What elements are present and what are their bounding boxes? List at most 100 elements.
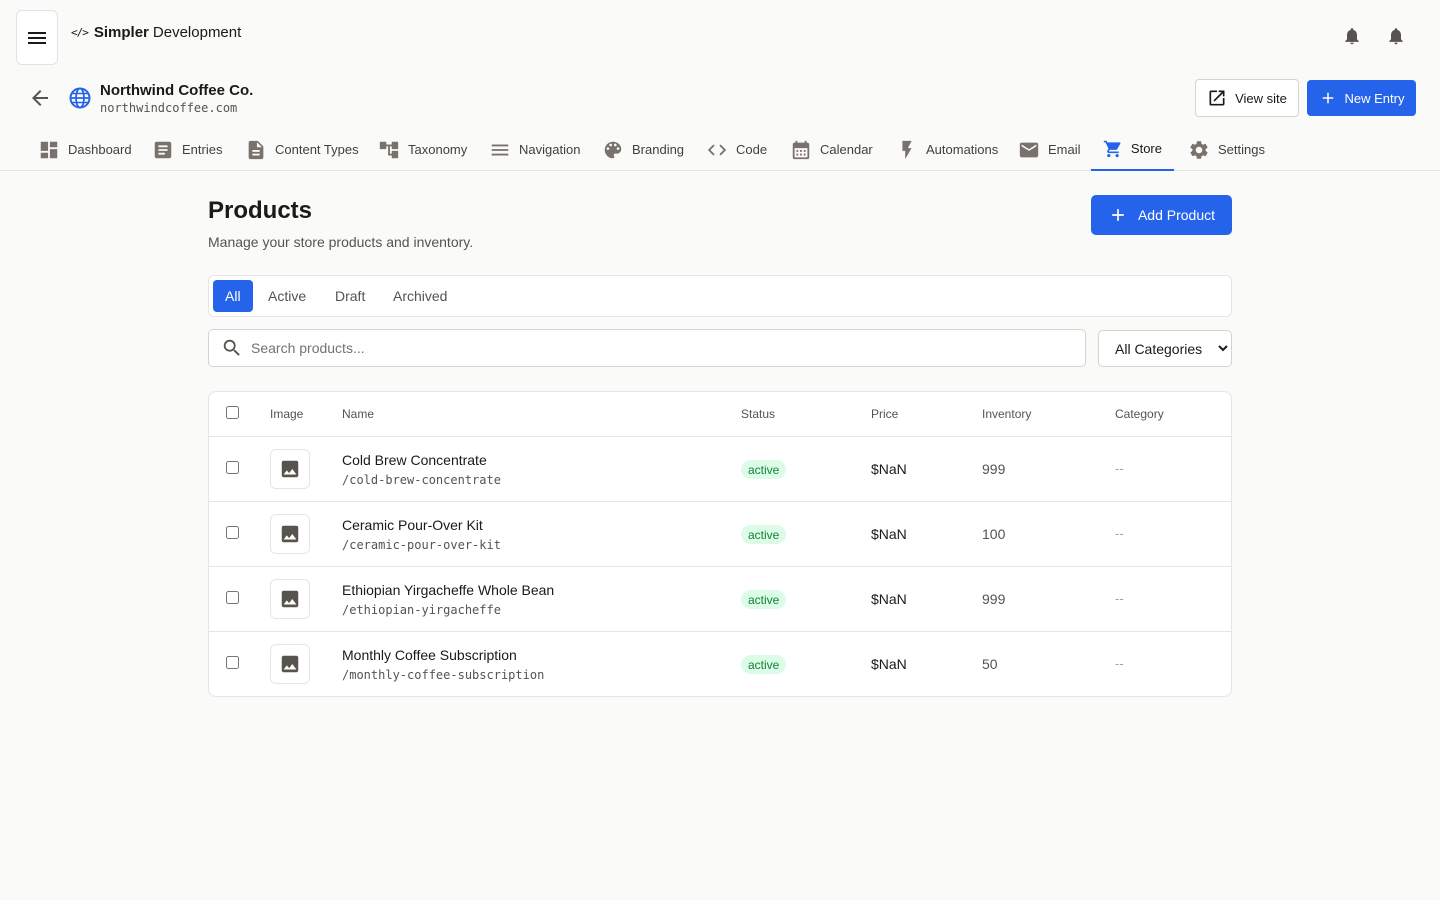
menu-button[interactable] [16,10,58,65]
filter-tab-archived[interactable]: Archived [379,280,461,312]
product-inventory: 999 [982,461,1006,477]
product-category: -- [1115,656,1124,671]
tab-branding-label: Branding [632,142,685,157]
globe-icon [68,86,92,110]
mail-icon [1019,142,1039,157]
product-image-placeholder [270,514,310,554]
tab-email-label: Email [1048,142,1081,157]
column-name[interactable]: Name [342,407,374,421]
table-header: Image Name Status Price Inventory Catego… [209,392,1231,437]
column-price[interactable]: Price [871,407,898,421]
table-row[interactable]: Monthly Coffee Subscription /monthly-cof… [209,632,1231,696]
site-domain: northwindcoffee.com [100,101,238,115]
filter-tab-active[interactable]: Active [254,280,320,312]
product-inventory: 999 [982,591,1006,607]
hamburger-icon [28,31,46,44]
tab-dashboard-label: Dashboard [68,142,132,157]
product-category: -- [1115,526,1124,541]
plus-icon [1322,92,1333,104]
add-product-button[interactable]: Add Product [1091,195,1232,235]
product-price: $NaN [871,526,907,542]
column-status[interactable]: Status [741,407,775,421]
product-slug: /ceramic-pour-over-kit [342,538,501,552]
tab-automations-label: Automations [926,142,999,157]
add-product-label: Add Product [1137,207,1216,223]
product-image-placeholder [270,579,310,619]
brand-name-bold: Simpler [93,23,149,41]
row-checkbox[interactable] [226,591,239,604]
dashboard-icon [40,141,58,158]
image-icon [281,525,299,543]
table-row[interactable]: Ethiopian Yirgacheffe Whole Bean /ethiop… [209,567,1231,632]
tab-content-types[interactable]: Content Types [233,128,371,171]
tab-automations[interactable]: Automations [884,128,1010,171]
tab-code-label: Code [736,142,768,157]
view-site-label: View site [1235,90,1287,106]
filter-tab-all[interactable]: All [213,280,253,312]
column-image: Image [270,407,304,421]
new-entry-label: New Entry [1344,90,1405,106]
row-checkbox[interactable] [226,656,239,669]
tab-dashboard[interactable]: Dashboard [26,128,144,171]
tab-calendar-label: Calendar [820,142,873,157]
row-checkbox[interactable] [226,461,239,474]
tab-branding[interactable]: Branding [590,128,696,171]
notifications-bell-icon[interactable] [1342,26,1362,46]
image-icon [281,655,299,673]
table-row[interactable]: Ceramic Pour-Over Kit /ceramic-pour-over… [209,502,1231,567]
tab-taxonomy[interactable]: Taxonomy [366,128,479,171]
table-row[interactable]: Cold Brew Concentrate /cold-brew-concent… [209,437,1231,502]
tab-settings[interactable]: Settings [1176,128,1277,171]
category-select[interactable]: All Categories [1098,330,1232,367]
tab-email[interactable]: Email [1006,128,1093,171]
tab-entries[interactable]: Entries [140,128,234,171]
product-name[interactable]: Monthly Coffee Subscription [342,647,517,663]
product-category: -- [1115,591,1124,606]
gear-icon [1190,140,1208,159]
tab-store-label: Store [1130,141,1162,156]
code-icon [707,144,727,155]
back-arrow-icon[interactable] [28,86,52,110]
tab-content-types-label: Content Types [275,142,359,157]
image-icon [281,590,299,608]
row-checkbox[interactable] [226,526,239,539]
tab-calendar[interactable]: Calendar [778,128,885,171]
status-filter-tabs: All Active Draft Archived [208,275,1232,317]
document-icon [154,141,172,158]
image-icon [281,460,299,478]
select-all-checkbox[interactable] [226,406,239,419]
cart-icon [1103,140,1121,157]
external-link-icon [1209,90,1225,106]
product-price: $NaN [871,591,907,607]
page-subtitle: Manage your store products and inventory… [208,234,474,250]
section-tabs: Dashboard Entries Content Types Taxonomy… [0,128,1440,171]
alerts-bell-icon[interactable] [1386,26,1406,46]
view-site-button[interactable]: View site [1195,79,1299,117]
menu-icon [491,144,509,155]
tab-settings-label: Settings [1218,142,1265,157]
plus-icon [1112,209,1124,221]
brand-logo[interactable]: </> Simpler Development [71,23,241,41]
column-category[interactable]: Category [1115,407,1164,421]
product-slug: /ethiopian-yirgacheffe [342,603,501,617]
search-icon [223,339,240,356]
status-badge: active [741,460,787,479]
calendar-icon [792,140,810,159]
product-name[interactable]: Ethiopian Yirgacheffe Whole Bean [342,582,554,598]
tab-code[interactable]: Code [694,128,779,171]
product-price: $NaN [871,461,907,477]
filter-tab-draft[interactable]: Draft [321,280,379,312]
tab-store[interactable]: Store [1091,128,1174,171]
search-input[interactable] [251,340,1051,356]
product-name[interactable]: Cold Brew Concentrate [342,452,487,468]
product-category: -- [1115,461,1124,476]
tab-navigation[interactable]: Navigation [477,128,592,171]
product-inventory: 100 [982,526,1006,542]
product-slug: /monthly-coffee-subscription [342,668,545,682]
search-box [208,329,1086,367]
new-entry-button[interactable]: New Entry [1307,80,1416,116]
column-inventory[interactable]: Inventory [982,407,1031,421]
product-name[interactable]: Ceramic Pour-Over Kit [342,517,483,533]
bolt-icon [902,140,912,159]
product-inventory: 50 [982,656,998,672]
